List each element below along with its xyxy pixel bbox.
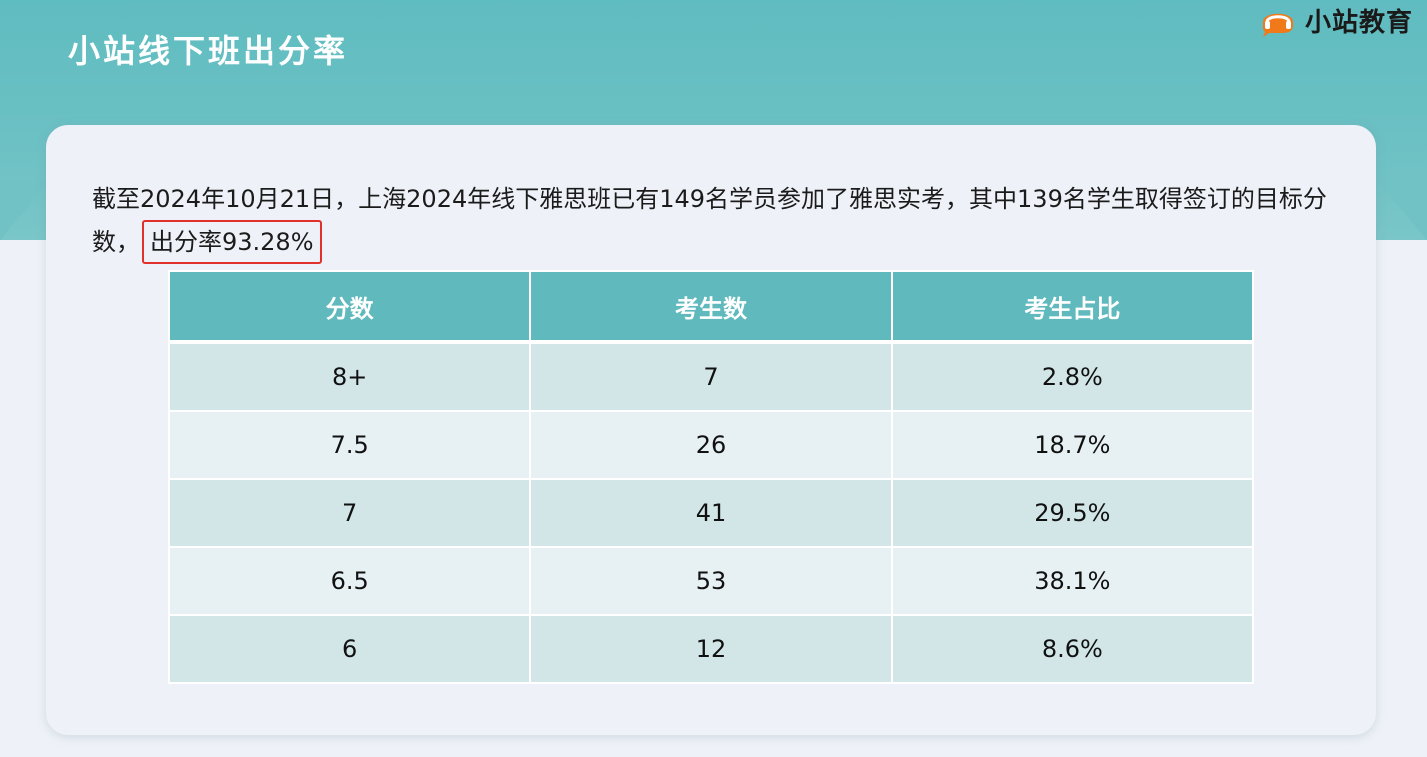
cell-count: 26 xyxy=(529,410,893,480)
logo-text: 小站教育 xyxy=(1304,8,1413,38)
table-row: 7 41 29.5% xyxy=(167,478,1255,548)
cell-score: 8+ xyxy=(167,340,532,412)
decorative-wedge-right xyxy=(1372,175,1427,240)
pass-rate-highlight: 出分率93.28% xyxy=(142,220,322,264)
table-header-row: 分数 考生数 考生占比 xyxy=(167,270,1255,343)
cell-percentage: 38.1% xyxy=(890,546,1255,616)
cell-count: 12 xyxy=(529,614,893,684)
cell-percentage: 29.5% xyxy=(890,478,1255,548)
page-title: 小站线下班出分率 xyxy=(68,32,349,70)
cell-count: 53 xyxy=(529,546,893,616)
headset-speech-bubble-icon xyxy=(1257,4,1299,38)
cell-percentage: 2.8% xyxy=(890,340,1255,412)
cell-score: 6 xyxy=(167,614,532,684)
table-row: 6.5 53 38.1% xyxy=(167,546,1255,616)
header-score: 分数 xyxy=(167,270,532,343)
table-row: 7.5 26 18.7% xyxy=(167,410,1255,480)
table-row: 6 12 8.6% xyxy=(167,614,1255,684)
score-distribution-table: 分数 考生数 考生占比 8+ 7 2.8% 7.5 26 18.7% 7 41 … xyxy=(167,270,1255,684)
cell-count: 7 xyxy=(529,340,893,412)
header-percentage: 考生占比 xyxy=(890,270,1255,343)
cell-score: 6.5 xyxy=(167,546,532,616)
table-row: 8+ 7 2.8% xyxy=(167,340,1255,412)
decorative-wedge-left xyxy=(0,180,50,240)
cell-count: 41 xyxy=(529,478,893,548)
cell-percentage: 18.7% xyxy=(890,410,1255,480)
cell-score: 7 xyxy=(167,478,532,548)
cell-score: 7.5 xyxy=(167,410,532,480)
cell-percentage: 8.6% xyxy=(890,614,1255,684)
header-count: 考生数 xyxy=(529,270,893,343)
brand-logo: 小站教育 xyxy=(1257,2,1413,39)
intro-paragraph: 截至2024年10月21日，上海2024年线下雅思班已有149名学员参加了雅思实… xyxy=(92,178,1332,264)
